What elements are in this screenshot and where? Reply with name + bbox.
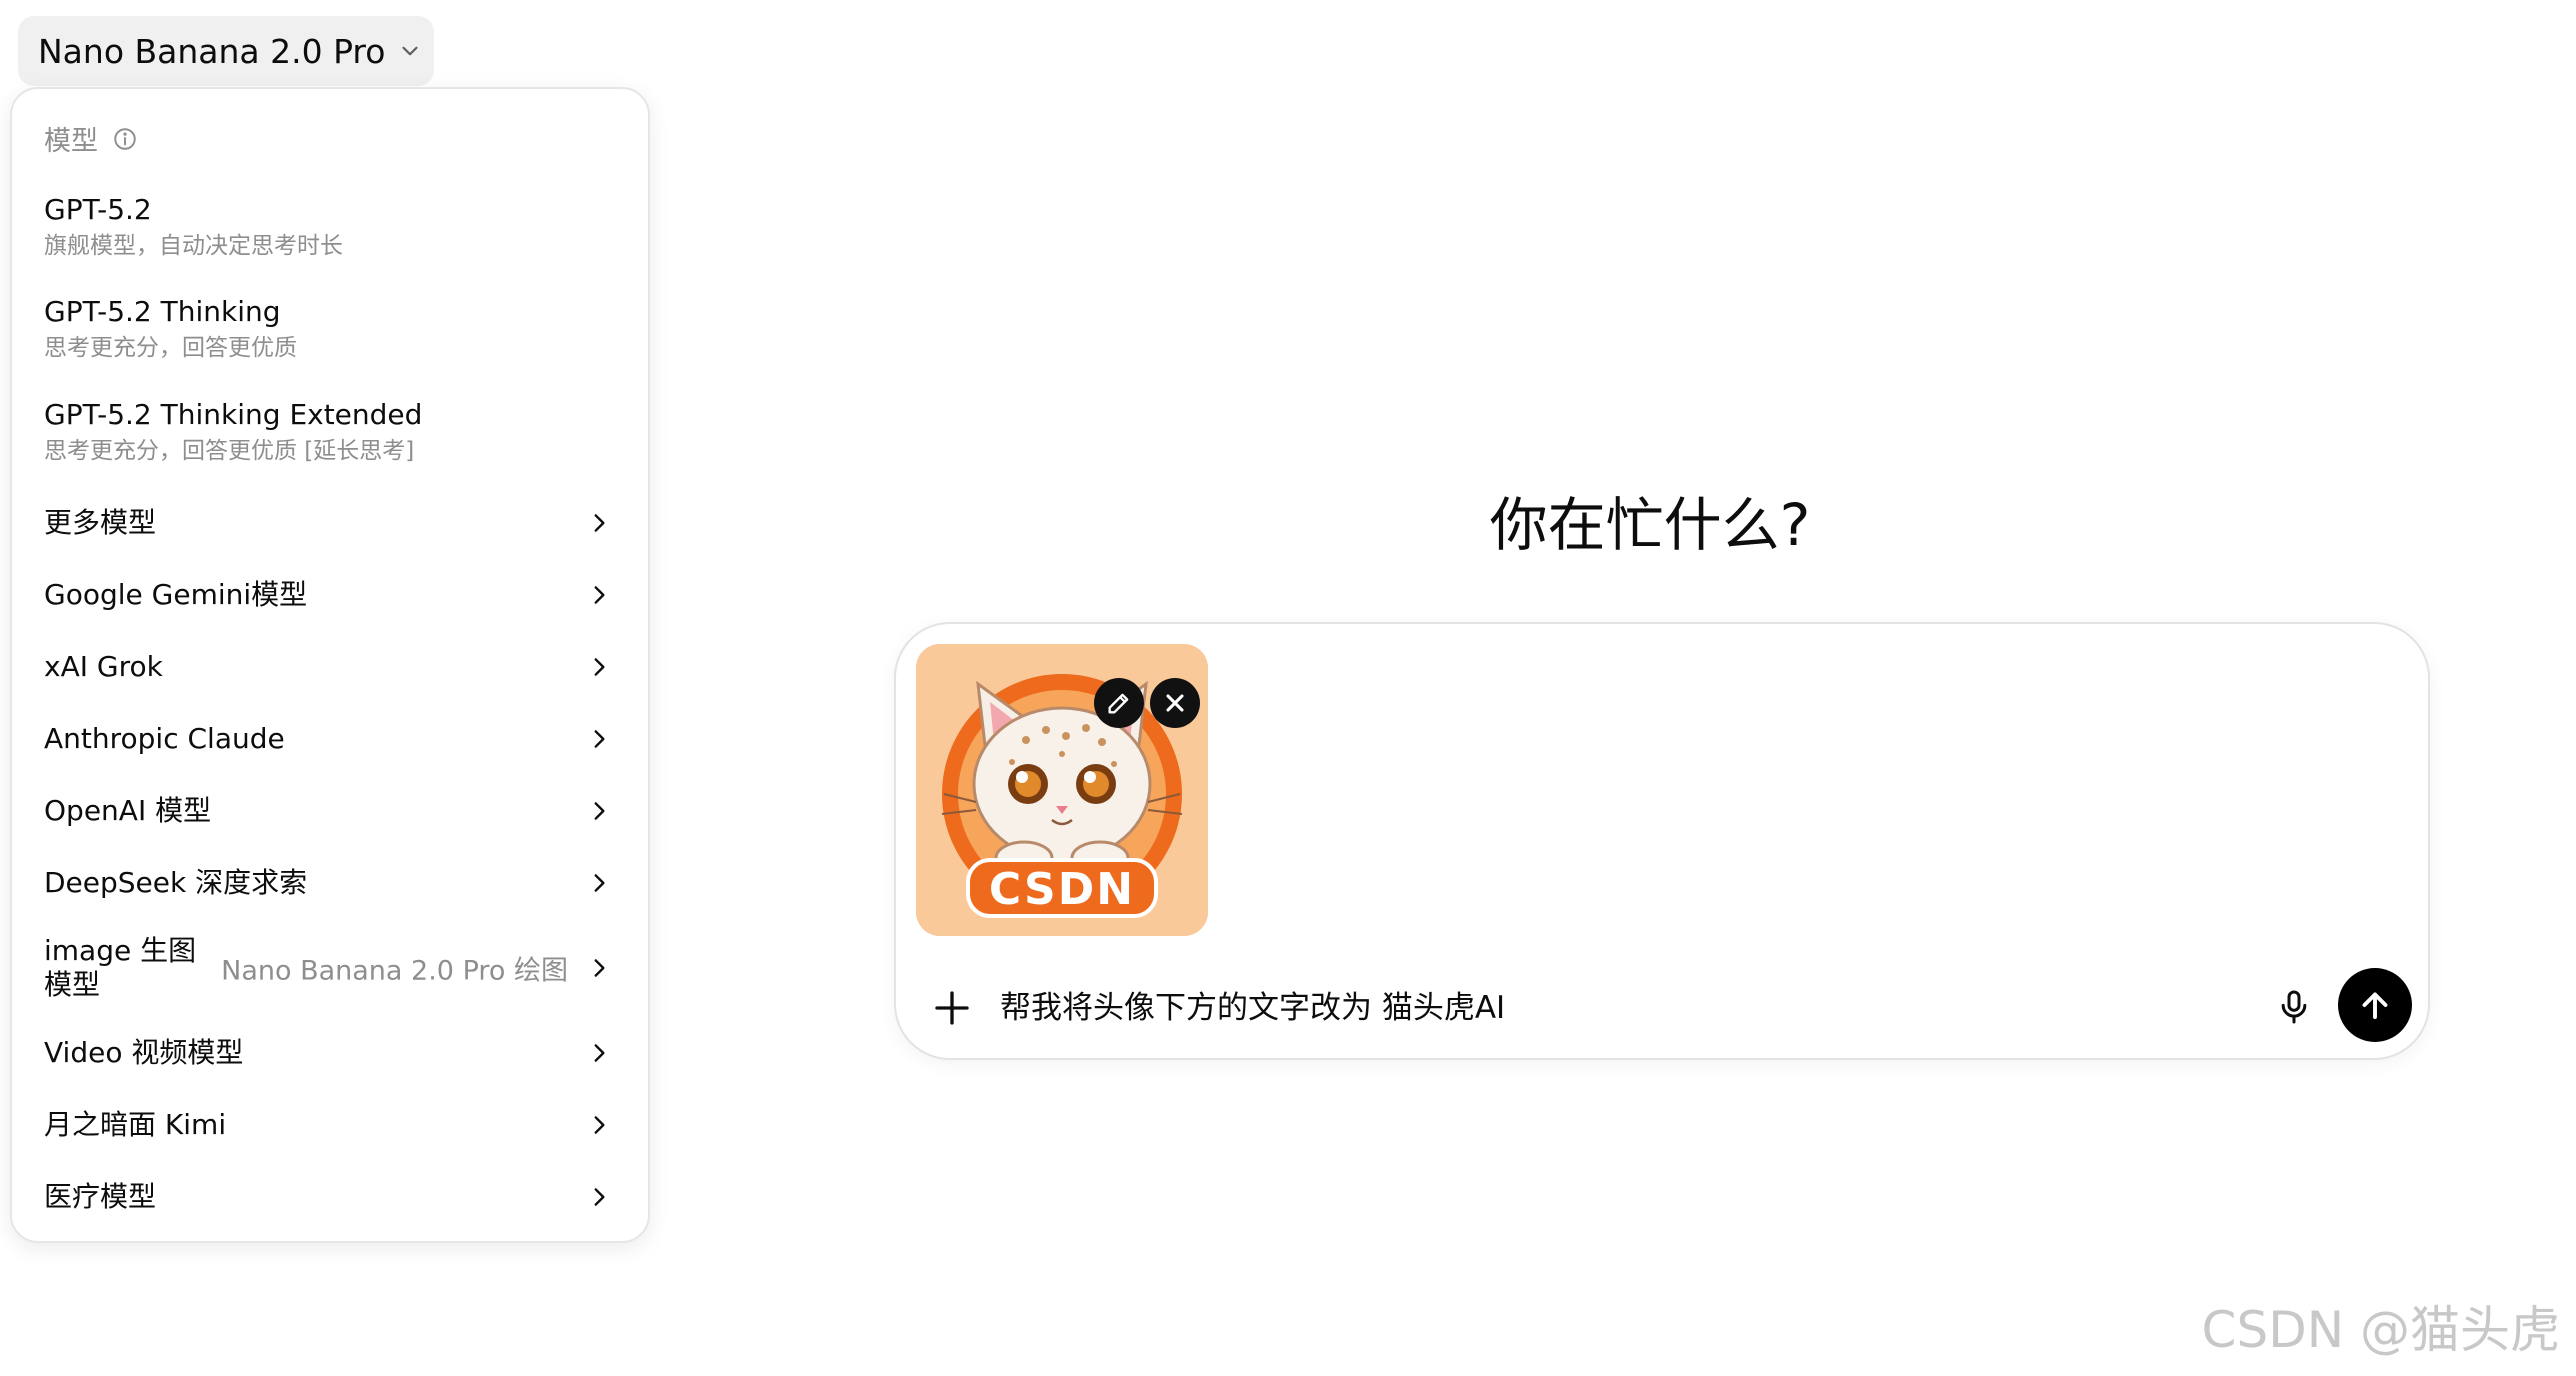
- chevron-right-icon: [594, 658, 605, 676]
- submenu-label: 更多模型: [44, 506, 157, 539]
- submenu-label: 月之暗面 Kimi: [44, 1108, 227, 1141]
- submenu-label: 医疗模型: [44, 1180, 157, 1213]
- chevron-down-icon: [402, 46, 419, 56]
- submenu-more-models[interactable]: 更多模型: [20, 489, 640, 557]
- send-button[interactable]: [2338, 968, 2412, 1042]
- arrow-up-icon: [2362, 992, 2388, 1019]
- submenu-label: Video 视频模型: [44, 1036, 244, 1069]
- menu-item-title: GPT-5.2 Thinking: [44, 295, 281, 328]
- page-heading: 你在忙什么?: [1489, 491, 1811, 559]
- submenu-label: Google Gemini模型: [44, 578, 308, 611]
- chevron-right-icon: [594, 1044, 605, 1062]
- chevron-right-icon: [594, 514, 605, 532]
- prompt-input[interactable]: 帮我将头像下方的文字改为 猫头虎AI: [1000, 982, 1505, 1027]
- composer: CSDN 帮我将头像下方的文字改为 猫头虎AI: [894, 622, 2430, 1060]
- microphone-icon[interactable]: [2274, 987, 2314, 1027]
- chevron-right-icon: [594, 959, 605, 977]
- menu-item-title: GPT-5.2 Thinking Extended: [44, 398, 423, 431]
- edit-attachment-button[interactable]: [1094, 678, 1144, 728]
- menu-item-gpt-5-2[interactable]: GPT-5.2 旗舰模型，自动决定思考时长: [20, 181, 640, 273]
- chevron-right-icon: [594, 1188, 605, 1206]
- submenu-kimi[interactable]: 月之暗面 Kimi: [20, 1091, 640, 1159]
- watermark: CSDN @猫头虎: [2201, 1301, 2560, 1359]
- menu-item-desc: 思考更充分，回答更优质: [44, 335, 297, 361]
- submenu-label: xAI Grok: [44, 650, 163, 683]
- submenu-deepseek[interactable]: DeepSeek 深度求索: [20, 849, 640, 917]
- submenu-openai[interactable]: OpenAI 模型: [20, 777, 640, 845]
- attachment-thumbnail[interactable]: CSDN: [916, 644, 1208, 936]
- chevron-right-icon: [594, 1116, 605, 1134]
- submenu-xai-grok[interactable]: xAI Grok: [20, 633, 640, 701]
- info-icon[interactable]: [112, 126, 138, 152]
- model-dropdown-menu: 模型 GPT-5.2 旗舰模型，自动决定思考时长 GPT-5.2 Thinkin…: [10, 87, 650, 1243]
- pencil-icon: [1108, 693, 1129, 714]
- menu-header: 模型: [44, 119, 138, 158]
- chevron-right-icon: [594, 874, 605, 892]
- submenu-video-models[interactable]: Video 视频模型: [20, 1019, 640, 1087]
- menu-header-label: 模型: [44, 126, 98, 157]
- submenu-label-line2: 模型: [44, 968, 101, 1001]
- menu-item-desc: 旗舰模型，自动决定思考时长: [44, 233, 343, 259]
- model-selector-button[interactable]: Nano Banana 2.0 Pro: [18, 16, 434, 86]
- attachment-banner-text: CSDN: [988, 864, 1136, 915]
- submenu-medical-models[interactable]: 医疗模型: [20, 1163, 640, 1231]
- submenu-image-models[interactable]: image 生图 模型 Nano Banana 2.0 Pro 绘图: [20, 923, 640, 1013]
- chevron-right-icon: [594, 802, 605, 820]
- chevron-right-icon: [594, 730, 605, 748]
- remove-attachment-button[interactable]: [1150, 678, 1200, 728]
- submenu-label-line1: image 生图: [44, 934, 197, 967]
- submenu-label: Anthropic Claude: [44, 722, 285, 755]
- chevron-right-icon: [594, 586, 605, 604]
- submenu-anthropic-claude[interactable]: Anthropic Claude: [20, 705, 640, 773]
- submenu-google-gemini[interactable]: Google Gemini模型: [20, 561, 640, 629]
- model-selector-label: Nano Banana 2.0 Pro: [38, 31, 386, 71]
- menu-item-gpt-5-2-thinking[interactable]: GPT-5.2 Thinking 思考更充分，回答更优质: [20, 283, 640, 375]
- submenu-label: DeepSeek 深度求索: [44, 866, 308, 899]
- submenu-label: OpenAI 模型: [44, 794, 212, 827]
- plus-icon[interactable]: [932, 988, 972, 1028]
- menu-item-title: GPT-5.2: [44, 193, 152, 226]
- menu-item-desc: 思考更充分，回答更优质 [延长思考]: [44, 438, 415, 464]
- menu-item-gpt-5-2-thinking-extended[interactable]: GPT-5.2 Thinking Extended 思考更充分，回答更优质 [延…: [20, 386, 640, 478]
- close-icon: [1166, 694, 1184, 712]
- submenu-current-model: Nano Banana 2.0 Pro 绘图: [221, 955, 568, 987]
